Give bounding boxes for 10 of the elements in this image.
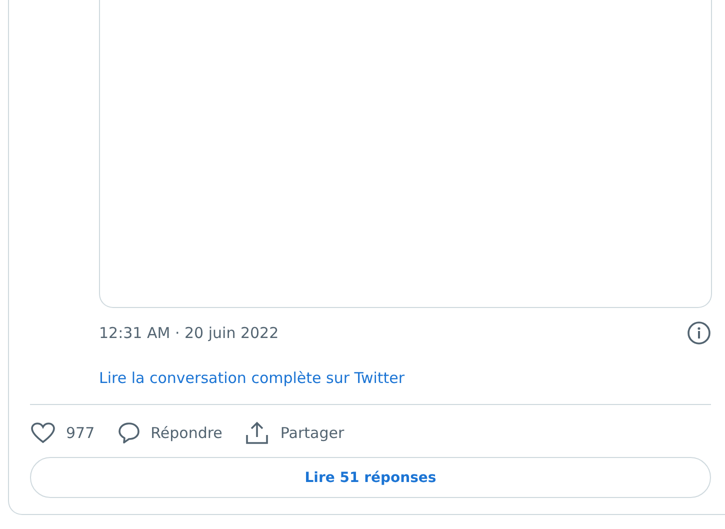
like-action[interactable]: 977 bbox=[30, 417, 95, 449]
read-conversation-link[interactable]: Lire la conversation complète sur Twitter bbox=[99, 369, 725, 387]
info-icon[interactable] bbox=[687, 321, 711, 345]
share-action[interactable]: Partager bbox=[244, 417, 344, 449]
share-icon bbox=[244, 420, 270, 446]
speech-bubble-icon bbox=[116, 421, 141, 445]
heart-icon bbox=[30, 421, 56, 445]
reply-action[interactable]: Répondre bbox=[116, 417, 222, 449]
read-replies-button[interactable]: Lire 51 réponses bbox=[30, 457, 711, 498]
timestamp: 12:31 AM · 20 juin 2022 bbox=[99, 324, 279, 342]
